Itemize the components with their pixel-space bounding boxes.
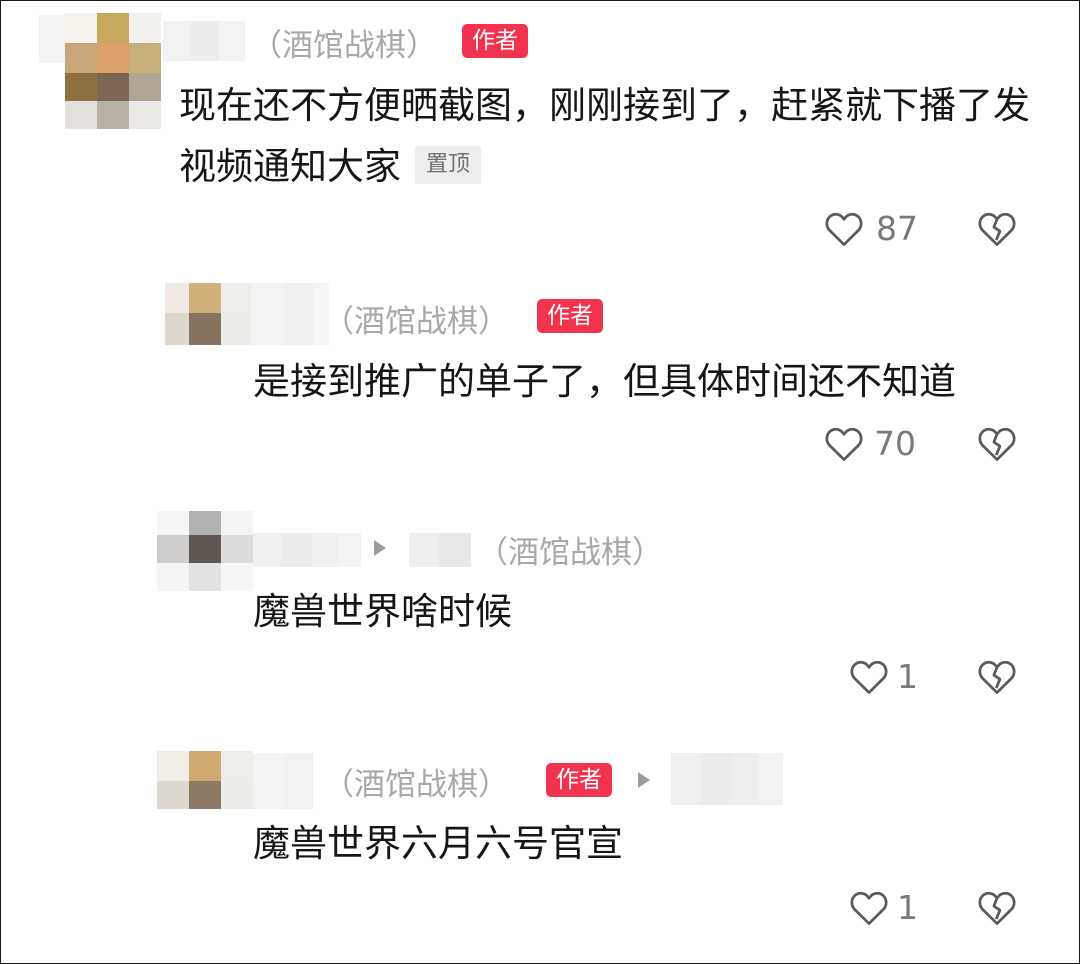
user-tag: （酒馆战棋） [251,28,437,64]
heart-outline-icon[interactable] [822,207,866,251]
screenshot-frame: （酒馆战棋） 作者 现在还不方便晒截图，刚刚接到了，赶紧就下播了发视频通知大家置… [0,0,1080,964]
broken-heart-icon[interactable] [975,655,1019,699]
username-blurred[interactable] [253,753,313,809]
like-count: 1 [897,657,918,696]
username-blurred[interactable] [251,283,329,345]
comment-text: 魔兽世界啥时候 [253,590,512,633]
like-count: 70 [874,424,916,463]
broken-heart-icon[interactable] [975,207,1019,251]
heart-outline-icon[interactable] [847,886,891,930]
pinned-badge: 置顶 [415,146,482,184]
triangle-right-icon [638,772,650,788]
comment-text: 是接到推广的单子了，但具体时间还不知道 [253,360,956,403]
user-tag: （酒馆战棋） [477,535,663,571]
like-count: 1 [897,888,918,927]
comment-text-content: 现在还不方便晒截图，刚刚接到了，赶紧就下播了发视频通知大家 [179,84,1030,188]
avatar[interactable] [65,13,161,129]
heart-outline-icon[interactable] [822,422,866,466]
username-blurred[interactable] [163,21,245,61]
comment-text: 魔兽世界六月六号官宣 [253,822,623,865]
reply-target-blurred[interactable] [409,533,471,567]
username-blurred[interactable] [39,15,65,63]
avatar[interactable] [157,751,253,809]
author-badge: 作者 [546,763,612,797]
triangle-right-icon [374,540,386,556]
broken-heart-icon[interactable] [975,422,1019,466]
author-badge: 作者 [537,299,603,333]
user-tag: （酒馆战棋） [323,304,509,340]
like-count: 87 [876,209,918,248]
reply-target-blurred[interactable] [671,753,783,805]
author-badge: 作者 [462,24,528,58]
comment-text: 现在还不方便晒截图，刚刚接到了，赶紧就下播了发视频通知大家 置顶 [179,75,1049,197]
avatar[interactable] [165,283,251,345]
broken-heart-icon[interactable] [975,886,1019,930]
user-tag: （酒馆战棋） [323,767,509,803]
avatar[interactable] [157,511,253,591]
username-blurred[interactable] [253,533,361,567]
heart-outline-icon[interactable] [847,655,891,699]
